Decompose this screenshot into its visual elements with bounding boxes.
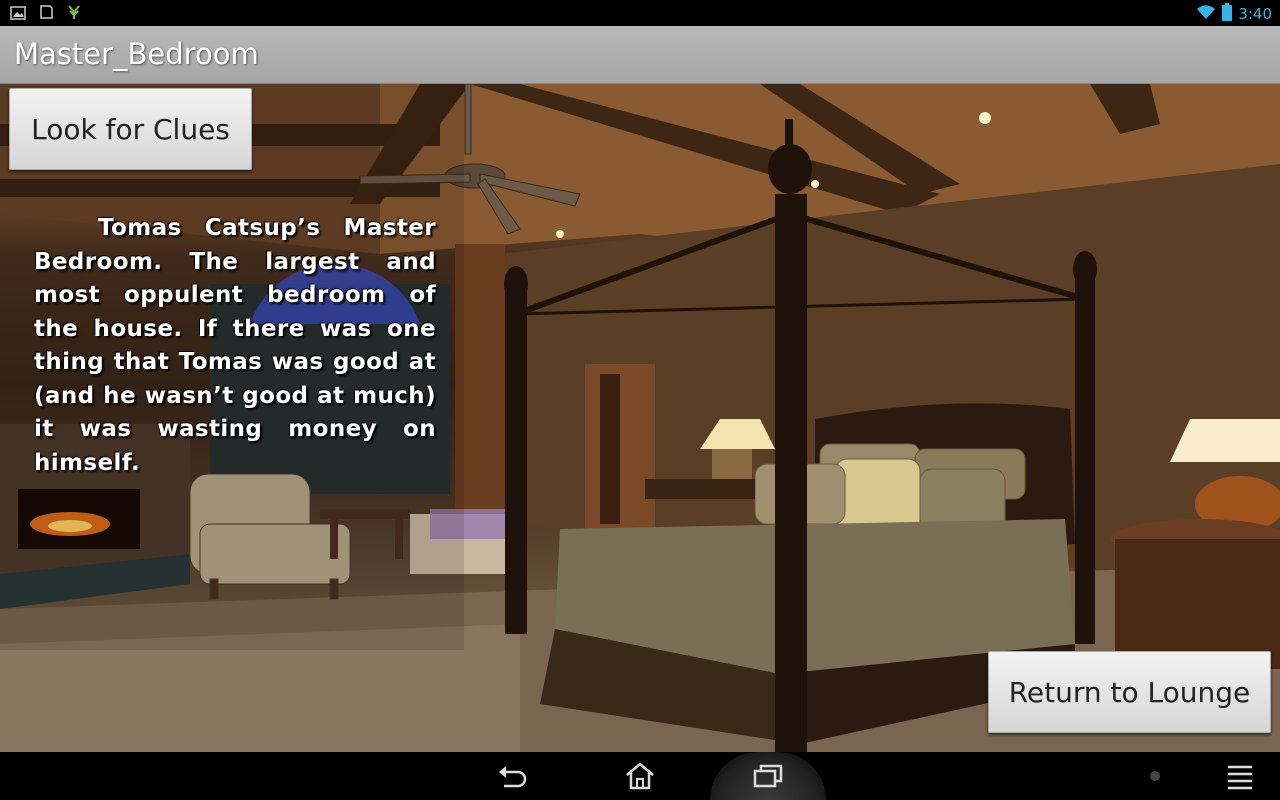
gallery-notification-icon (10, 5, 26, 24)
menu-icon[interactable] (1224, 762, 1256, 790)
bedroom-scene: Look for Clues Tomas Catsup’s Master Bed… (0, 84, 1280, 752)
return-to-lounge-button[interactable]: Return to Lounge (988, 651, 1271, 733)
page-title: Master_Bedroom (14, 37, 259, 71)
plant-notification-icon (66, 4, 82, 24)
action-bar: Master_Bedroom (0, 26, 1280, 84)
status-time: 3:40 (1238, 5, 1272, 23)
navigation-bar (0, 752, 1280, 800)
battery-icon (1222, 3, 1233, 25)
look-for-clues-button[interactable]: Look for Clues (9, 88, 252, 170)
back-icon[interactable] (496, 762, 528, 790)
home-icon[interactable] (624, 762, 656, 790)
app-notification-icon (38, 4, 54, 24)
dot-indicator-icon (1145, 762, 1165, 790)
recent-apps-icon[interactable] (752, 762, 784, 790)
wifi-icon (1196, 4, 1216, 24)
status-bar: 3:40 (0, 0, 1280, 26)
room-description: Tomas Catsup’s Master Bedroom. The large… (34, 215, 436, 476)
